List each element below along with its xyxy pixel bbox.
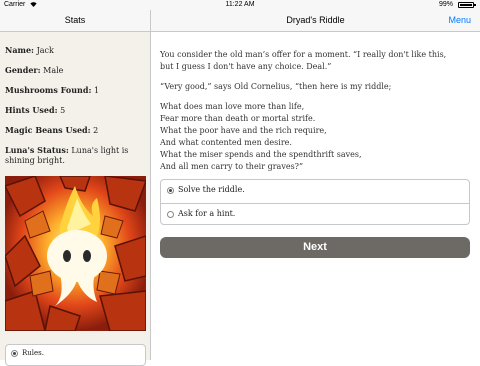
riddle-line: And what contented men desire. — [160, 138, 292, 147]
story-paragraph: You consider the old man’s offer for a m… — [160, 50, 447, 71]
status-bar: Carrier 11:22 AM 99% — [0, 0, 480, 10]
stat-magic-beans: Magic Beans Used: 2 — [5, 125, 145, 136]
riddle-line: Fear more than death or mortal strife. — [160, 114, 316, 123]
stat-label: Luna's Status: — [5, 145, 69, 155]
stat-label: Mushrooms Found: — [5, 85, 92, 95]
pane-divider — [150, 10, 151, 360]
stat-value: Jack — [36, 46, 54, 55]
choice-label: Ask for a hint. — [178, 209, 236, 218]
choice-solve-riddle[interactable]: Solve the riddle. — [161, 180, 469, 203]
riddle-text: What does man love more than life, Fear … — [160, 101, 460, 173]
rules-label: Rules. — [22, 349, 44, 357]
stat-value: Male — [43, 66, 64, 75]
battery-percent: 99% — [438, 1, 453, 8]
luna-illustration — [5, 176, 146, 331]
stat-luna-status: Luna's Status: Luna's light is shining b… — [5, 145, 145, 166]
choice-radio[interactable] — [167, 187, 174, 194]
next-button[interactable]: Next — [160, 237, 470, 258]
choice-ask-hint[interactable]: Ask for a hint. — [161, 203, 469, 227]
story-title: Dryad's Riddle — [286, 15, 345, 25]
stat-hints: Hints Used: 5 — [5, 105, 145, 116]
stat-label: Hints Used: — [5, 105, 58, 115]
riddle-line: What the miser spends and the spendthrif… — [160, 150, 362, 159]
riddle-line: And all men carry to their graves?” — [160, 162, 304, 171]
menu-button[interactable]: Menu — [448, 15, 471, 25]
stats-navbar: Stats — [0, 10, 150, 32]
choice-radio[interactable] — [167, 211, 174, 218]
stat-value: 5 — [60, 106, 66, 115]
clock: 11:22 AM — [225, 1, 255, 8]
battery-icon — [458, 2, 476, 8]
riddle-line: What the poor have and the rich require, — [160, 126, 327, 135]
rules-option[interactable]: Rules. — [5, 344, 146, 366]
choice-list: Solve the riddle. Ask for a hint. — [160, 179, 470, 225]
riddle-line: What does man love more than life, — [160, 102, 305, 111]
luna-portrait — [5, 176, 146, 331]
stat-gender: Gender: Male — [5, 65, 145, 76]
stats-title: Stats — [64, 15, 86, 25]
stat-mushrooms: Mushrooms Found: 1 — [5, 85, 145, 96]
stat-value: 2 — [93, 126, 99, 135]
stat-label: Name: — [5, 45, 35, 55]
stat-value: 1 — [93, 86, 100, 95]
stat-label: Gender: — [5, 65, 41, 75]
story-navbar: Dryad's Riddle Menu — [151, 10, 480, 32]
story-paragraph: “Very good,” says Old Cornelius, “then h… — [160, 82, 392, 91]
stat-name: Name: Jack — [5, 45, 145, 56]
stat-label: Magic Beans Used: — [5, 125, 91, 135]
choice-label: Solve the riddle. — [178, 185, 245, 194]
rules-radio[interactable] — [11, 350, 18, 357]
